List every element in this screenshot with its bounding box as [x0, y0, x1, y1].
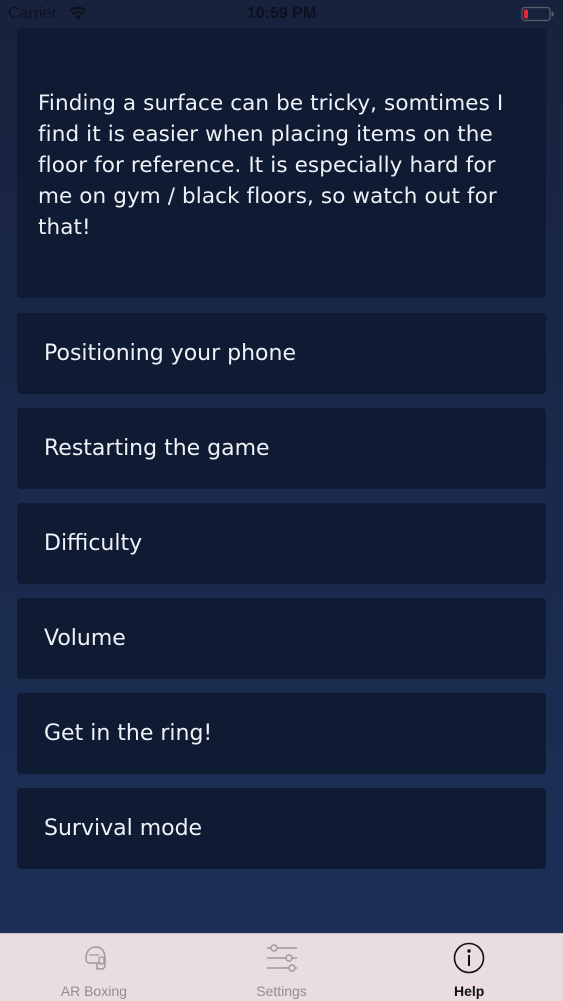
help-item-volume[interactable]: Volume	[17, 598, 546, 679]
sliders-icon	[265, 941, 299, 979]
info-icon	[452, 941, 486, 979]
tab-help[interactable]: Help	[375, 934, 563, 1001]
tab-bar: AR Boxing Settings Help	[0, 933, 563, 1001]
tab-label: Help	[454, 983, 485, 999]
tab-label: AR Boxing	[60, 983, 127, 999]
status-bar: Carrier 10:59 PM	[0, 0, 563, 28]
help-item-label: Positioning your phone	[44, 341, 296, 366]
help-answer-text: Finding a surface can be tricky, somtime…	[38, 91, 504, 240]
help-item-positioning-your-phone[interactable]: Positioning your phone	[17, 313, 546, 394]
tab-label: Settings	[256, 983, 307, 999]
help-item-label: Volume	[44, 626, 126, 651]
tab-ar-boxing[interactable]: AR Boxing	[0, 934, 188, 1001]
status-time: 10:59 PM	[246, 5, 317, 22]
help-item-label: Survival mode	[44, 816, 203, 841]
help-item-survival-mode[interactable]: Survival mode	[17, 788, 546, 869]
help-item-label: Get in the ring!	[44, 721, 213, 746]
tab-settings[interactable]: Settings	[188, 934, 376, 1001]
boxing-headgear-icon	[77, 941, 111, 979]
help-item-difficulty[interactable]: Difficulty	[17, 503, 546, 584]
help-item-label: Difficulty	[44, 531, 143, 556]
help-item-restarting-the-game[interactable]: Restarting the game	[17, 408, 546, 489]
expanded-help-card[interactable]: Finding a surface can be tricky, somtime…	[17, 28, 546, 298]
battery-icon	[521, 6, 555, 27]
help-item-get-in-the-ring[interactable]: Get in the ring!	[17, 693, 546, 774]
help-item-label: Restarting the game	[44, 436, 270, 461]
